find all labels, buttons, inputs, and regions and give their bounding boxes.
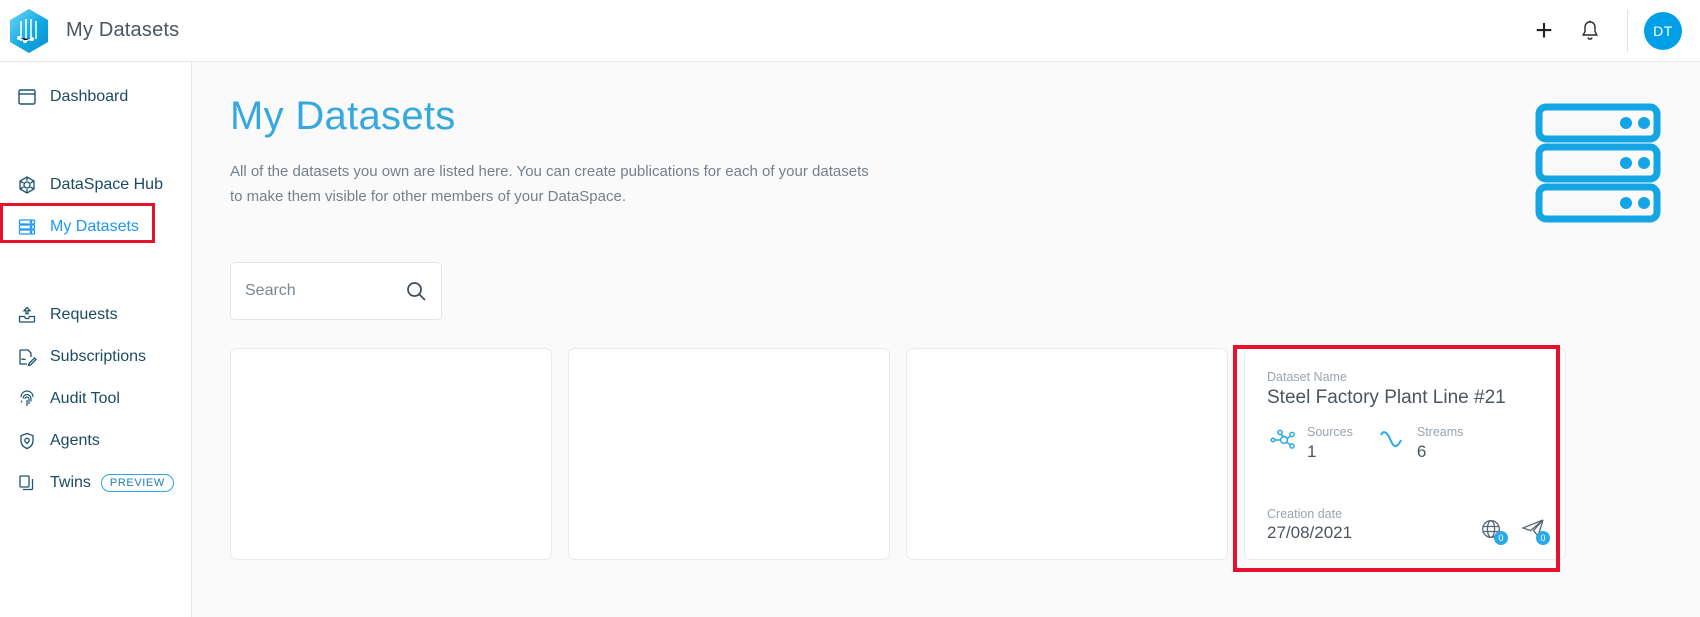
creation-date-value: 27/08/2021 bbox=[1267, 523, 1353, 542]
dataset-name-value: Steel Factory Plant Line #21 bbox=[1267, 387, 1506, 408]
search-box[interactable] bbox=[230, 262, 442, 320]
toolbar-divider bbox=[1627, 9, 1628, 52]
dataset-name-label: Dataset Name bbox=[1267, 370, 1347, 384]
database-icon bbox=[12, 215, 42, 239]
sidebar-item-label: DataSpace Hub bbox=[50, 176, 163, 193]
hub-icon bbox=[12, 173, 42, 197]
search-input[interactable] bbox=[245, 282, 395, 300]
bell-icon[interactable] bbox=[1567, 8, 1613, 54]
fingerprint-icon bbox=[12, 387, 42, 411]
sidebar-item-label: Subscriptions bbox=[50, 348, 147, 365]
globe-badge-count: 0 bbox=[1494, 531, 1508, 545]
sidebar-item-twins[interactable]: Twins PREVIEW bbox=[0, 462, 191, 504]
sidebar-item-label: Twins bbox=[50, 474, 91, 491]
stat-sources-label: Sources bbox=[1307, 425, 1353, 439]
copy-layers-icon bbox=[12, 471, 42, 495]
inbox-upload-icon bbox=[12, 303, 42, 327]
sidebar-item-agents[interactable]: Agents bbox=[0, 420, 191, 462]
dataset-card-empty[interactable] bbox=[906, 348, 1228, 560]
creation-date-label: Creation date bbox=[1267, 507, 1343, 521]
dataset-card-actions: 0 0 bbox=[1477, 515, 1550, 545]
stat-streams-value: 6 bbox=[1416, 442, 1427, 461]
main-content: My Datasets All of the datasets you own … bbox=[192, 62, 1700, 617]
top-bar: My Datasets + DT bbox=[0, 0, 1700, 62]
sidebar-item-dashboard[interactable]: Dashboard bbox=[0, 76, 191, 118]
sidebar-item-label: Dashboard bbox=[50, 88, 129, 105]
sidebar-item-label: Audit Tool bbox=[50, 390, 120, 407]
preview-badge: PREVIEW bbox=[100, 474, 174, 492]
stat-streams: Streams 6 bbox=[1377, 423, 1464, 463]
sidebar-item-label: Requests bbox=[50, 306, 118, 323]
app-title: My Datasets bbox=[66, 19, 180, 41]
page-description: All of the datasets you own are listed h… bbox=[230, 163, 869, 205]
paper-plane-icon[interactable]: 0 bbox=[1519, 515, 1550, 545]
sidebar-item-my-datasets[interactable]: My Datasets bbox=[0, 206, 191, 248]
dataset-card-list: Dataset Name Steel Factory Plant Line #2… bbox=[230, 348, 1670, 608]
brand[interactable]: My Datasets bbox=[0, 6, 179, 56]
dataset-card-empty[interactable] bbox=[568, 348, 890, 560]
dataset-stats: Sources 1 Streams 6 bbox=[1267, 423, 1543, 463]
plus-icon[interactable]: + bbox=[1521, 8, 1567, 54]
signed-document-icon bbox=[12, 345, 42, 369]
dataset-card-footer: Creation date 27/08/2021 0 0 bbox=[1267, 506, 1550, 545]
creation-date: Creation date 27/08/2021 bbox=[1267, 506, 1352, 543]
paper-plane-badge-count: 0 bbox=[1536, 531, 1550, 545]
sidebar-item-label: My Datasets bbox=[50, 218, 139, 235]
avatar[interactable]: DT bbox=[1644, 11, 1682, 50]
wave-icon bbox=[1377, 423, 1411, 457]
dataset-card-empty[interactable] bbox=[230, 348, 552, 560]
top-bar-actions: + DT bbox=[1521, 0, 1700, 61]
app-root: My Datasets + DT Dashboard DataSpace Hub… bbox=[0, 0, 1700, 617]
sidebar-item-label: Agents bbox=[50, 432, 100, 449]
stat-sources: Sources 1 bbox=[1267, 423, 1353, 463]
sidebar-item-requests[interactable]: Requests bbox=[0, 294, 191, 336]
dataset-card[interactable]: Dataset Name Steel Factory Plant Line #2… bbox=[1244, 348, 1566, 560]
search-icon[interactable] bbox=[405, 280, 427, 302]
shield-lock-icon bbox=[12, 429, 42, 453]
network-nodes-icon bbox=[1267, 423, 1301, 457]
stat-sources-value: 1 bbox=[1307, 442, 1317, 461]
dashboard-icon bbox=[12, 85, 42, 109]
stat-streams-label: Streams bbox=[1416, 425, 1464, 439]
globe-icon[interactable]: 0 bbox=[1477, 515, 1508, 545]
sidebar-item-dataspace-hub[interactable]: DataSpace Hub bbox=[0, 164, 191, 206]
server-stack-icon bbox=[1534, 102, 1662, 224]
sidebar: Dashboard DataSpace Hub My Datasets Requ… bbox=[0, 62, 192, 617]
sidebar-item-audit-tool[interactable]: Audit Tool bbox=[0, 378, 191, 420]
sidebar-item-subscriptions[interactable]: Subscriptions bbox=[0, 336, 191, 378]
page-title: My Datasets bbox=[230, 94, 456, 138]
hexagon-network-logo-icon bbox=[6, 6, 52, 56]
